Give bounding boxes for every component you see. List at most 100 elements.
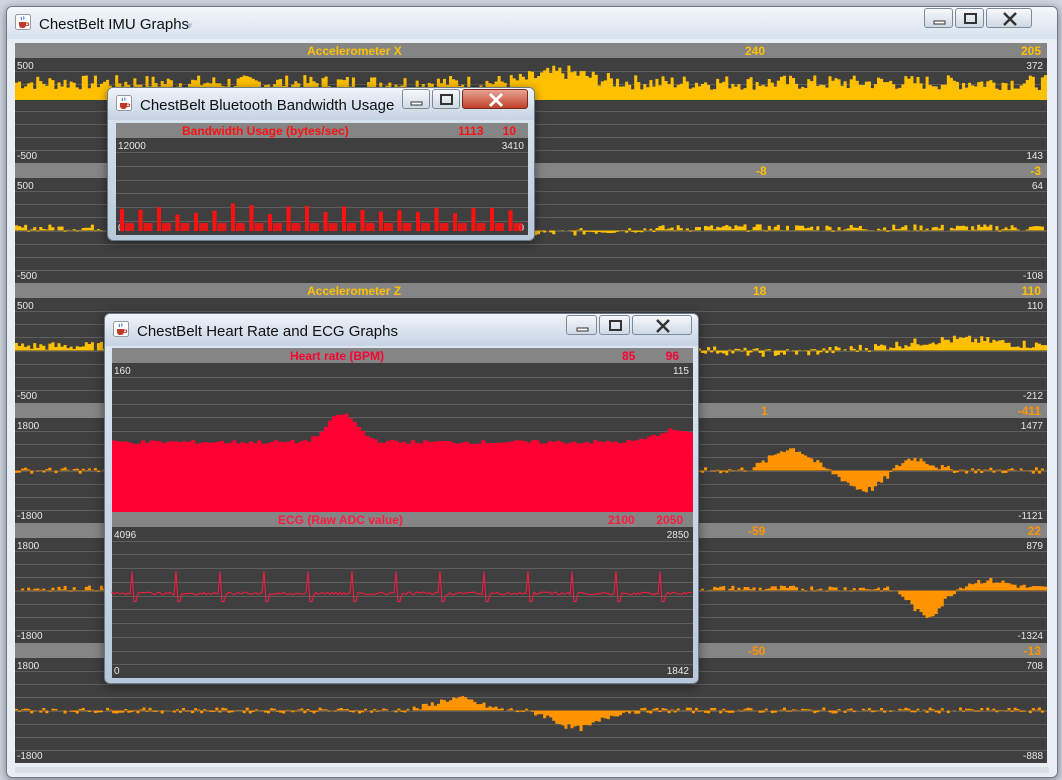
panel-header: Accelerometer Z 18 110 (15, 283, 1047, 298)
panel-value-current: 1113 (458, 124, 484, 138)
bandwidth-bar (236, 223, 245, 231)
panel-value-current: 2100 (608, 513, 635, 527)
bandwidth-spike (157, 207, 161, 231)
maximize-icon (440, 94, 453, 105)
bandwidth-bar (495, 223, 504, 231)
signal-fill (15, 696, 1047, 732)
minimize-icon (410, 101, 423, 106)
panel-label: Heart rate (BPM) (290, 349, 385, 363)
panel-value-current: -50 (748, 644, 766, 658)
close-icon (1003, 12, 1017, 26)
heart-rate-maximize-button[interactable] (599, 315, 630, 335)
panel-value-secondary: 205 (1020, 44, 1041, 58)
maximize-icon (964, 13, 977, 24)
bandwidth-bar (458, 223, 467, 231)
bandwidth-spike (268, 214, 272, 231)
close-icon (656, 319, 670, 333)
imu-status-bar (15, 767, 1049, 773)
bandwidth-spike (231, 203, 235, 231)
bandwidth-bar (402, 223, 412, 231)
bandwidth-bar (180, 223, 190, 231)
bandwidth-bar (143, 223, 153, 231)
heart-rate-fill (112, 413, 693, 512)
bandwidth-spike (342, 206, 346, 231)
minimize-icon (933, 20, 946, 25)
bandwidth-spike (175, 214, 180, 231)
bandwidth-spike (471, 208, 476, 231)
imu-minimize-button[interactable] (924, 8, 953, 28)
bandwidth-bar (365, 223, 375, 231)
bandwidth-spike (379, 211, 383, 231)
bandwidth-bar (328, 223, 338, 231)
bandwidth-bar (199, 223, 208, 231)
bandwidth-spike (286, 206, 291, 231)
bandwidth-spike (434, 207, 439, 231)
panel-value-current: -8 (756, 164, 767, 178)
panel-value-secondary: 110 (1021, 284, 1041, 298)
bandwidth-bar (125, 223, 134, 231)
bandwidth-spike (508, 210, 513, 231)
bandwidth-minimize-button[interactable] (402, 89, 430, 109)
bandwidth-bar (273, 223, 282, 231)
graph-panel: ECG (Raw ADC value) 2100 2050 4096 0 2850 1842 (111, 512, 693, 678)
imu-close-button[interactable] (986, 8, 1032, 28)
imu-window-title: ChestBelt IMU Graphs (39, 16, 190, 33)
minimize-icon (576, 327, 589, 332)
bandwidth-spike (416, 212, 420, 231)
bandwidth-maximize-button[interactable] (432, 89, 460, 109)
panel-value-current: 240 (745, 44, 766, 58)
panel-value-secondary: 10 (502, 124, 516, 138)
bandwidth-bar (162, 223, 171, 231)
panel-value-secondary: 2050 (656, 513, 683, 527)
java-cup-icon (116, 95, 132, 111)
bandwidth-close-button[interactable] (462, 89, 528, 109)
panel-label: ECG (Raw ADC value) (278, 513, 403, 527)
ghost-menu-item: ▾ (187, 20, 193, 32)
graph-panel: Heart rate (BPM)8596160011575 (112, 348, 693, 512)
panel-value-secondary: -3 (1030, 164, 1041, 178)
panel-label: Bandwidth Usage (bytes/sec) (182, 124, 349, 138)
panel-value-current: 18 (753, 284, 767, 298)
close-icon (488, 92, 504, 108)
panel-value-current: 1 (761, 404, 768, 418)
panel-header: ECG (Raw ADC value) 2100 2050 (112, 512, 693, 527)
bandwidth-spike (453, 213, 457, 231)
bandwidth-bar (513, 223, 523, 231)
panel-value-secondary: -13 (1023, 644, 1041, 658)
maximize-icon (609, 320, 622, 331)
java-cup-icon (15, 14, 31, 30)
heart-rate-minimize-button[interactable] (566, 315, 597, 335)
bandwidth-spike (323, 211, 328, 231)
panel-header: Heart rate (BPM) 85 96 (112, 348, 693, 363)
panel-value-secondary: -411 (1017, 404, 1041, 418)
bandwidth-window: ChestBelt Bluetooth Bandwidth Usage Band… (107, 87, 535, 241)
panel-value-current: 85 (622, 349, 636, 363)
heart-rate-close-button[interactable] (632, 315, 692, 335)
imu-maximize-button[interactable] (955, 8, 984, 28)
bandwidth-bar (347, 223, 356, 231)
bandwidth-title-bar[interactable]: ChestBelt Bluetooth Bandwidth Usage (108, 88, 534, 120)
heart-rate-window: ChestBelt Heart Rate and ECG Graphs Hear… (104, 313, 699, 684)
panel-value-secondary: 22 (1027, 524, 1041, 538)
panel-value-current: -59 (748, 524, 766, 538)
bandwidth-bar (384, 223, 393, 231)
graph-panel: Bandwidth Usage (bytes/sec)1113101200003… (116, 123, 528, 235)
bandwidth-bar (439, 223, 449, 231)
heart-rate-title-bar[interactable]: ChestBelt Heart Rate and ECG Graphs (105, 314, 698, 346)
imu-title-bar[interactable]: ChestBelt IMU Graphs ▾ (7, 7, 1057, 39)
bandwidth-plot-area: Bandwidth Usage (bytes/sec)1113101200003… (116, 123, 528, 235)
bandwidth-spike (249, 205, 254, 231)
bandwidth-bar (310, 223, 319, 231)
signal-plot (112, 413, 693, 512)
bandwidth-spike (212, 210, 217, 231)
bandwidth-bar (291, 223, 301, 231)
bandwidth-spike (194, 212, 198, 231)
bandwidth-spike (360, 209, 365, 231)
panel-header: Accelerometer X 240 205 (15, 43, 1047, 58)
bandwidth-bar (476, 223, 486, 231)
bandwidth-bar (421, 223, 430, 231)
ecg-trace (111, 571, 693, 602)
signal-plot (120, 203, 523, 231)
bandwidth-spike (120, 208, 124, 231)
bandwidth-spike (490, 207, 494, 231)
